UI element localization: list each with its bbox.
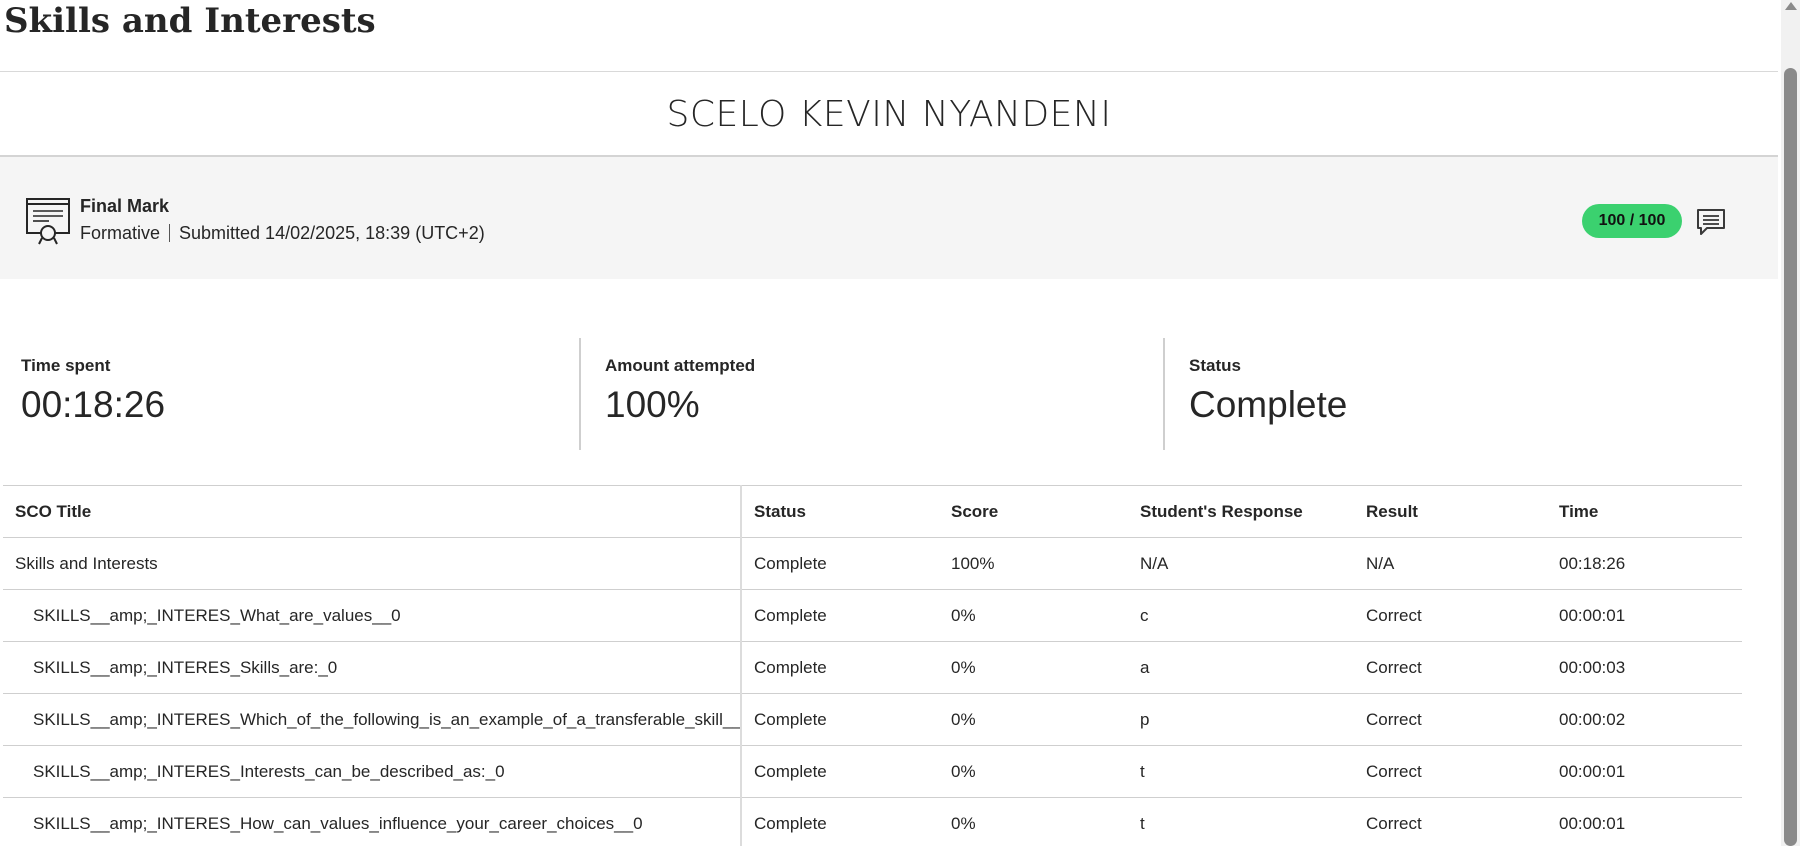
time-spent-label: Time spent xyxy=(21,356,111,375)
status-cell: Complete xyxy=(754,709,827,729)
status-cell: Complete xyxy=(754,761,827,781)
submitted-date: Submitted 14/02/2025, 18:39 (UTC+2) xyxy=(179,223,485,243)
divider xyxy=(1163,338,1165,450)
score-cell: 0% xyxy=(951,709,976,729)
time-cell: 00:18:26 xyxy=(1559,553,1626,573)
response-cell: c xyxy=(1140,605,1149,625)
response-cell: t xyxy=(1140,761,1145,781)
sco-table: SCO Title Status Score Student's Respons… xyxy=(3,485,1742,846)
column-header-sco-title: SCO Title xyxy=(3,485,742,538)
table-row: SKILLS__amp;_INTERES_Which_of_the_follow… xyxy=(3,693,1742,746)
time-cell: 00:00:01 xyxy=(1559,813,1626,833)
result-cell: Correct xyxy=(1366,813,1422,833)
grade-type: Formative xyxy=(80,223,161,243)
divider xyxy=(0,71,1778,72)
response-cell: a xyxy=(1140,657,1150,677)
grade-title: Final Mark xyxy=(80,196,170,216)
grade-meta: Formative Submitted 14/02/2025, 18:39 (UT… xyxy=(80,223,485,244)
amount-attempted-value: 100% xyxy=(605,384,700,425)
status-cell: Complete xyxy=(754,605,827,625)
response-cell: p xyxy=(1140,709,1150,729)
vertical-scrollbar[interactable] xyxy=(1781,0,1800,846)
score-badge: 100 / 100 xyxy=(1582,204,1682,238)
comment-icon[interactable] xyxy=(1695,207,1727,237)
result-cell: Correct xyxy=(1366,761,1422,781)
separator xyxy=(169,224,171,242)
column-header-status: Status xyxy=(754,501,806,521)
score-cell: 0% xyxy=(951,605,976,625)
amount-attempted-label: Amount attempted xyxy=(605,356,756,375)
response-cell: N/A xyxy=(1140,553,1169,573)
scrollbar-thumb[interactable] xyxy=(1784,68,1797,846)
time-cell: 00:00:02 xyxy=(1559,709,1626,729)
score-cell: 100% xyxy=(951,553,995,573)
table-row: SKILLS__amp;_INTERES_How_can_values_infl… xyxy=(3,797,1742,846)
sco-table-container: SCO Title Status Score Student's Respons… xyxy=(3,485,1742,846)
column-header-time: Time xyxy=(1559,501,1599,521)
scroll-up-arrow-icon[interactable] xyxy=(1785,2,1797,10)
time-cell: 00:00:01 xyxy=(1559,761,1626,781)
score-cell: 0% xyxy=(951,761,976,781)
page-title: Skills and Interests xyxy=(4,1,376,41)
sco-title-cell: SKILLS__amp;_INTERES_Interests_can_be_de… xyxy=(3,745,742,798)
status-cell: Complete xyxy=(754,657,827,677)
score-cell: 0% xyxy=(951,657,976,677)
status-cell: Complete xyxy=(754,813,827,833)
table-row: SKILLS__amp;_INTERES_Skills_are:_0 Compl… xyxy=(3,641,1742,694)
column-header-result: Result xyxy=(1366,501,1418,521)
result-cell: N/A xyxy=(1366,553,1395,573)
column-header-student-response: Student's Response xyxy=(1140,501,1303,521)
status-cell: Complete xyxy=(754,553,827,573)
column-header-score: Score xyxy=(951,501,999,521)
attempt-stats: Time spent 00:18:26 Amount attempted 100… xyxy=(0,338,1760,450)
sco-title-cell: SKILLS__amp;_INTERES_How_can_values_infl… xyxy=(3,797,742,846)
response-cell: t xyxy=(1140,813,1145,833)
status-value: Complete xyxy=(1189,384,1348,425)
result-cell: Correct xyxy=(1366,605,1422,625)
time-spent-value: 00:18:26 xyxy=(21,384,166,425)
table-header-row: SCO Title Status Score Student's Respons… xyxy=(3,485,1742,538)
status-label: Status xyxy=(1189,356,1241,375)
divider xyxy=(579,338,581,450)
table-row: SKILLS__amp;_INTERES_What_are_values__0 … xyxy=(3,589,1742,642)
student-name: SCELO KEVIN NYANDENI xyxy=(666,94,1112,135)
table-row: Skills and Interests Complete 100% N/A N… xyxy=(3,537,1742,590)
result-cell: Correct xyxy=(1366,657,1422,677)
score-cell: 0% xyxy=(951,813,976,833)
sco-title-cell: SKILLS__amp;_INTERES_What_are_values__0 xyxy=(3,589,742,642)
time-cell: 00:00:03 xyxy=(1559,657,1626,677)
time-cell: 00:00:01 xyxy=(1559,605,1626,625)
final-mark-bar: Final Mark Formative Submitted 14/02/2025… xyxy=(0,155,1778,279)
sco-title-cell: Skills and Interests xyxy=(3,537,742,590)
table-row: SKILLS__amp;_INTERES_Interests_can_be_de… xyxy=(3,745,1742,798)
sco-title-cell: SKILLS__amp;_INTERES_Skills_are:_0 xyxy=(3,641,742,694)
sco-title-cell: SKILLS__amp;_INTERES_Which_of_the_follow… xyxy=(3,693,742,746)
result-cell: Correct xyxy=(1366,709,1422,729)
certificate-icon xyxy=(26,198,70,245)
